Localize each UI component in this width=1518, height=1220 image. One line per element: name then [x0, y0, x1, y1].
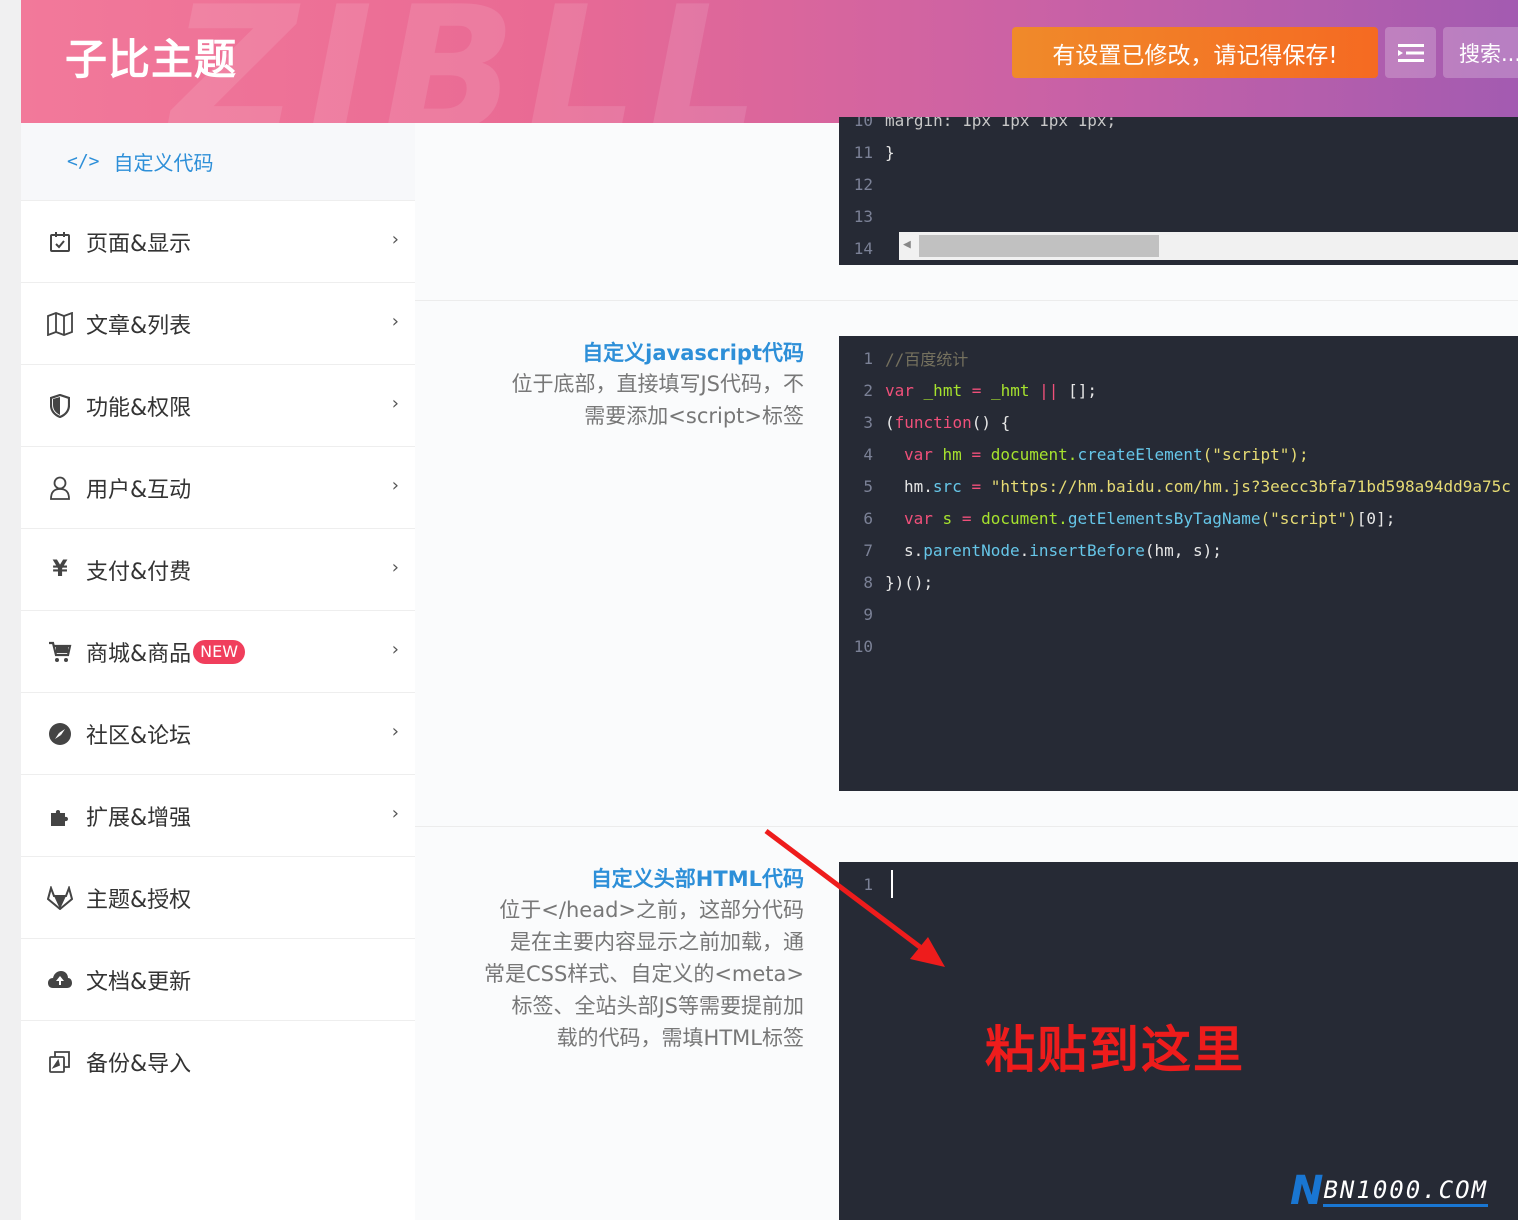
chevron-right-icon: ›	[391, 557, 399, 578]
code-line: 5 hm.src = "https://hm.baidu.com/hm.js?3e…	[863, 476, 1511, 496]
sidebar-item-users[interactable]: 用户&互动 ›	[21, 446, 415, 528]
code-line: 7 s.parentNode.insertBefore(hm, s);	[863, 540, 1222, 560]
user-icon	[47, 475, 73, 501]
cart-icon	[47, 639, 73, 665]
js-setting-title: 自定义javascript代码	[582, 341, 804, 365]
menu-toggle-button[interactable]	[1385, 27, 1436, 78]
chevron-right-icon: ›	[391, 721, 399, 742]
yen-icon: ¥	[52, 557, 68, 582]
save-notice-button[interactable]: 有设置已修改，请记得保存!	[1012, 27, 1378, 78]
menu-indent-icon	[1397, 43, 1424, 62]
js-setting-label: 自定义javascript代码 位于底部，直接填写JS代码，不 需要添加<scr…	[464, 338, 804, 432]
html-setting-desc-line: 标签、全站头部JS等需要提前加	[511, 994, 804, 1018]
code-line: 3 (function() {	[863, 412, 1011, 432]
sidebar-item-label: 支付&付费	[86, 559, 192, 585]
sidebar-item-label: 功能&权限	[86, 395, 192, 421]
sidebar-item-backup-import[interactable]: 备份&导入	[21, 1020, 415, 1102]
sidebar-item-label: 用户&互动	[86, 477, 192, 503]
code-line: 6 var s = document.getElementsByTagName("…	[863, 508, 1396, 528]
sidebar-item-shop[interactable]: 商城&商品 NEW ›	[21, 610, 415, 692]
code-icon: </>	[67, 151, 100, 172]
code-line: 2 var _hmt = _hmt || [];	[863, 380, 1097, 400]
code-line: 9	[863, 604, 873, 624]
sidebar-item-community[interactable]: 社区&论坛 ›	[21, 692, 415, 774]
paste-here-annotation: 粘贴到这里	[985, 1021, 1245, 1079]
sidebar-item-label: 备份&导入	[86, 1051, 192, 1077]
sidebar-section-title: 自定义代码	[113, 151, 214, 175]
js-setting-desc-line: 位于底部，直接填写JS代码，不	[511, 372, 804, 396]
section-divider	[415, 826, 1518, 827]
code-line: 10 margin: 1px 1px 1px 1px;	[853, 117, 1117, 130]
html-setting-desc-line: 位于</head>之前，这部分代码	[499, 898, 804, 922]
sidebar-item-label: 主题&授权	[86, 887, 192, 913]
sidebar-item-label: 扩展&增强	[86, 805, 192, 831]
sidebar-section-custom-code[interactable]: </> 自定义代码	[21, 123, 415, 200]
code-line: 13	[853, 206, 873, 226]
puzzle-icon	[47, 803, 73, 829]
chevron-right-icon: ›	[391, 639, 399, 660]
scrollbar-thumb[interactable]	[919, 235, 1159, 257]
chevron-right-icon: ›	[391, 393, 399, 414]
gitlab-icon	[47, 885, 73, 911]
html-setting-desc-line: 是在主要内容显示之前加载，通	[510, 930, 804, 954]
compass-icon	[47, 721, 73, 747]
sidebar-item-label: 社区&论坛	[86, 723, 192, 749]
custom-css-editor[interactable]: 10 margin: 1px 1px 1px 1px; 11} 12 13 14…	[839, 117, 1518, 265]
sidebar-item-label: 页面&显示	[86, 231, 192, 257]
html-setting-desc-line: 常是CSS样式、自定义的<meta>	[484, 962, 804, 986]
code-line: 12	[853, 174, 873, 194]
calendar-check-icon	[47, 229, 73, 255]
sidebar-item-label: 商城&商品	[86, 641, 192, 667]
code-line: 11}	[853, 142, 895, 162]
sidebar-item-permissions[interactable]: 功能&权限 ›	[21, 364, 415, 446]
sidebar-item-label: 文章&列表	[86, 313, 192, 339]
js-setting-desc-line: 需要添加<script>标签	[584, 404, 804, 428]
chevron-right-icon: ›	[391, 229, 399, 250]
sidebar-item-articles[interactable]: 文章&列表 ›	[21, 282, 415, 364]
sidebar-item-label: 文档&更新	[86, 969, 192, 995]
red-arrow-annotation	[764, 829, 945, 967]
chevron-right-icon: ›	[391, 803, 399, 824]
html-setting-title: 自定义头部HTML代码	[590, 867, 804, 891]
search-button[interactable]: 搜索...	[1443, 27, 1518, 78]
map-icon	[47, 311, 73, 337]
sidebar-item-theme-license[interactable]: 主题&授权	[21, 856, 415, 938]
code-line: 1//百度统计	[863, 348, 969, 370]
cloud-upload-icon	[47, 967, 73, 993]
sidebar-item-page-display[interactable]: 页面&显示 ›	[21, 200, 415, 282]
shield-icon	[47, 393, 73, 419]
site-watermark-logo: N BN1000.COM	[1290, 1168, 1488, 1214]
brand-logo: 子比主题	[65, 35, 238, 84]
new-badge: NEW	[193, 639, 246, 664]
chevron-right-icon: ›	[391, 475, 399, 496]
sidebar-item-docs-updates[interactable]: 文档&更新	[21, 938, 415, 1020]
chevron-right-icon: ›	[391, 311, 399, 332]
section-divider	[415, 300, 1518, 301]
sidebar-item-payment[interactable]: ¥ 支付&付费 ›	[21, 528, 415, 610]
top-header: ZIBLL 子比主题 有设置已修改，请记得保存! 搜索...	[21, 0, 1518, 123]
sidebar-item-extensions[interactable]: 扩展&增强 ›	[21, 774, 415, 856]
html-setting-label: 自定义头部HTML代码 位于</head>之前，这部分代码 是在主要内容显示之前…	[464, 864, 804, 1054]
code-line: 10	[853, 636, 873, 656]
horizontal-scrollbar[interactable]: ◀	[899, 232, 1518, 260]
code-line: 4 var hm = document.createElement("script…	[863, 444, 1309, 464]
code-line: 8})();	[863, 572, 934, 592]
custom-js-editor[interactable]: 1//百度统计 2 var _hmt = _hmt || []; 3 (functi…	[839, 336, 1518, 791]
header-watermark: ZIBLL	[171, 0, 770, 123]
html-setting-desc-line: 载的代码，需填HTML标签	[556, 1026, 804, 1050]
copy-icon	[47, 1049, 73, 1075]
sidebar: </> 自定义代码 页面&显示 › 文章&列表 › 功能&权限 › 用户&互动 …	[21, 123, 415, 1220]
scroll-left-icon[interactable]: ◀	[903, 237, 911, 252]
